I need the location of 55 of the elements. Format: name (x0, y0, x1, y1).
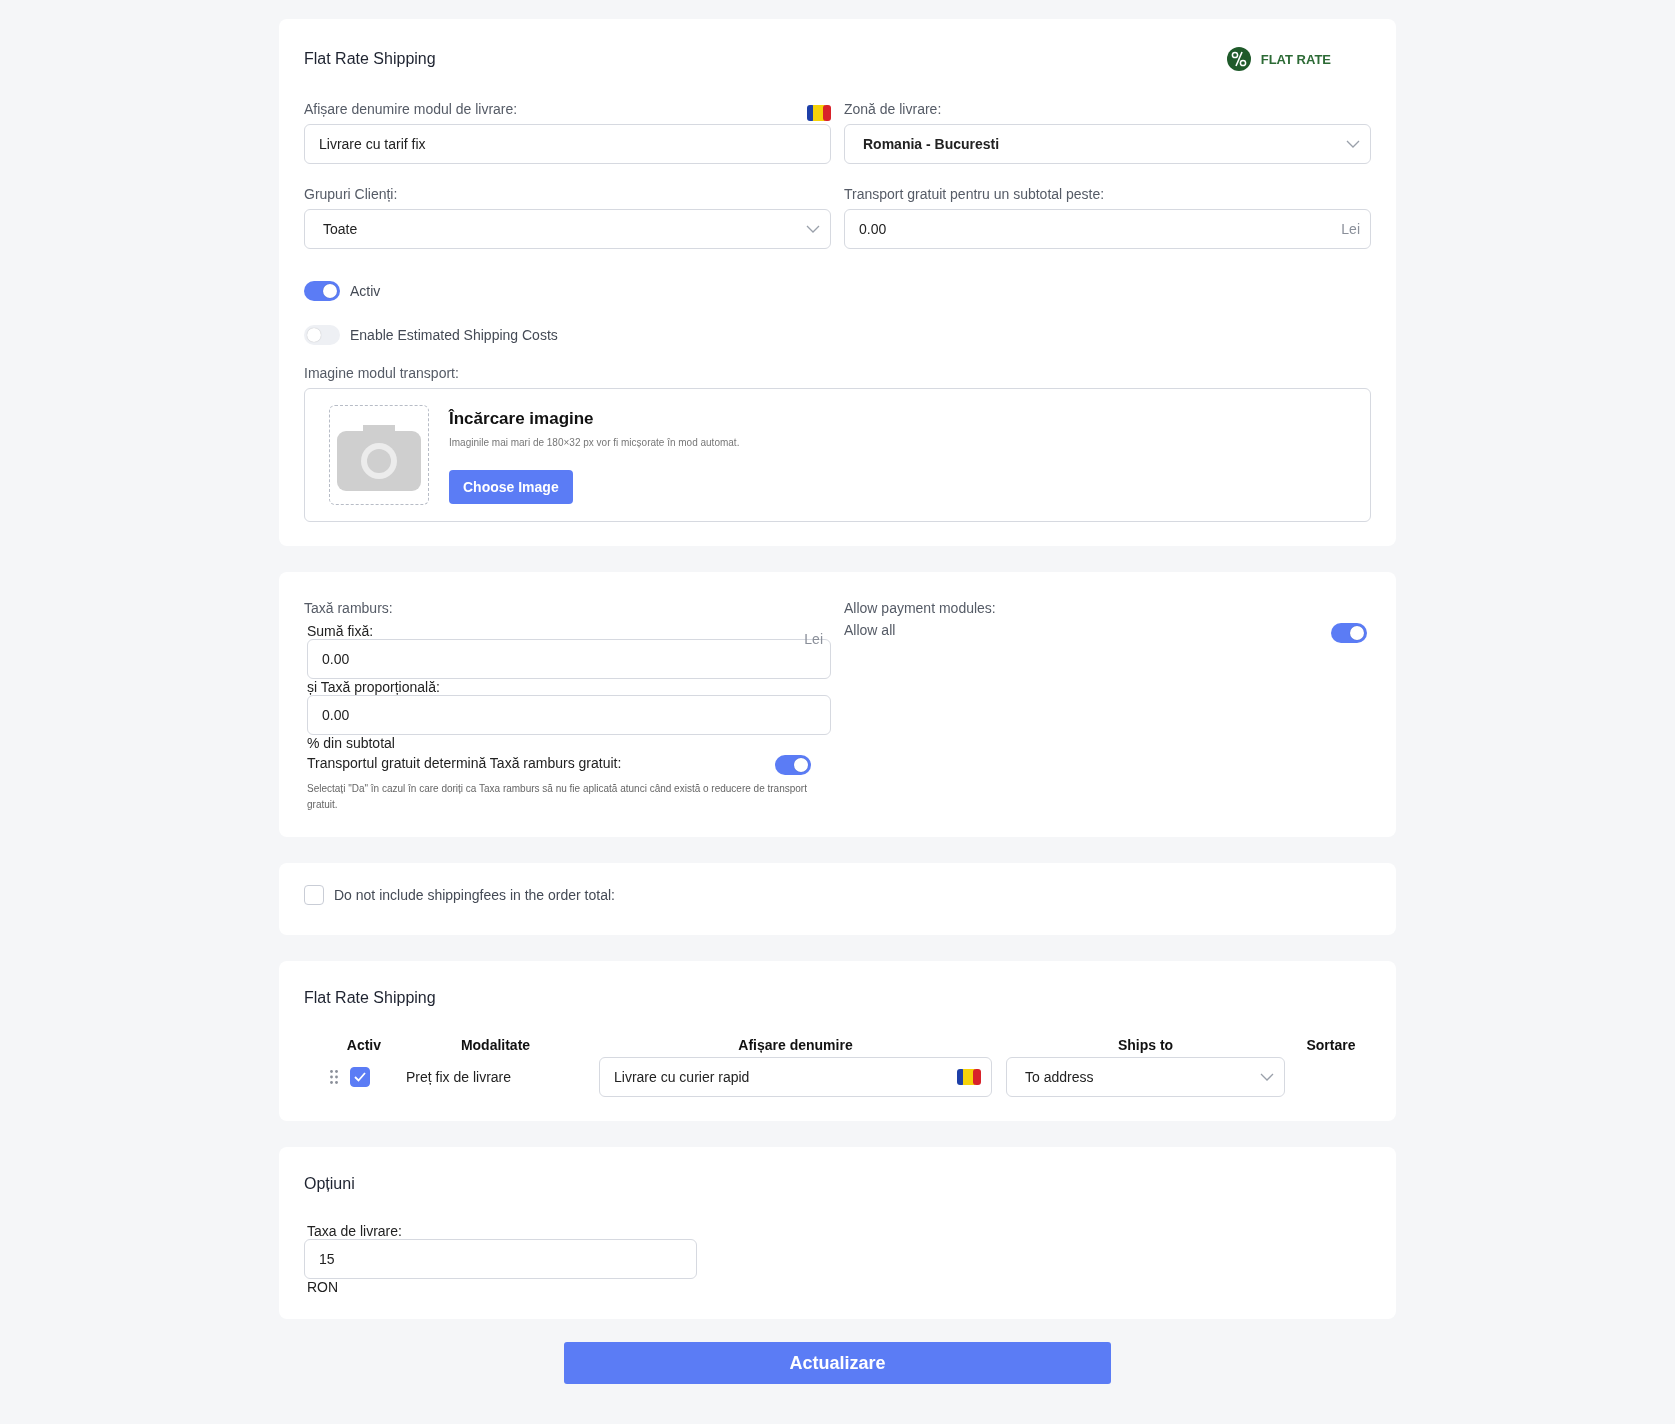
toggle-switch[interactable] (775, 755, 811, 775)
chevron-down-icon (1346, 140, 1360, 148)
toggle-label: Activ (350, 283, 381, 299)
input-field[interactable]: Livrare cu tarif fix (304, 124, 831, 164)
check-icon (354, 1072, 366, 1082)
section-title: Flat Rate Shipping (304, 50, 436, 68)
input-field[interactable]: 15 (304, 1239, 697, 1279)
column-header: Activ (345, 1037, 382, 1053)
field-label: și Taxă proporțională: (307, 679, 440, 695)
input-field[interactable]: 0.00 Lei (844, 209, 1371, 249)
column-header: Afișare denumire (737, 1037, 854, 1053)
field-label: Taxă ramburs: (304, 600, 394, 616)
field-label: Zonă de livrare: (844, 101, 943, 117)
column-header: Sortare (1305, 1037, 1357, 1053)
drag-handle-icon (330, 1070, 338, 1084)
update-button[interactable]: Actualizare (564, 1342, 1111, 1384)
field-label: Transport gratuit pentru un subtotal peste: (844, 186, 1106, 202)
section-title: Flat Rate Shipping (304, 989, 437, 1007)
toggle-switch[interactable] (304, 281, 340, 301)
chevron-down-icon (806, 225, 820, 233)
checkbox[interactable] (350, 1067, 370, 1087)
input-field[interactable]: 0.00 (307, 695, 831, 735)
field-label: Grupuri Clienți: (304, 186, 399, 202)
choose-image-button[interactable]: Choose Image (449, 470, 573, 504)
toggle-label: Transportul gratuit determină Taxă ramburs gratuit: (307, 755, 622, 771)
unit-label: RON (307, 1279, 339, 1295)
dropdown[interactable]: Toate (304, 209, 831, 249)
unit-label: % din subtotal (307, 735, 395, 751)
badge-label: FLAT RATE (1260, 51, 1331, 67)
value-text: Allow all (844, 622, 897, 638)
checkbox[interactable] (304, 885, 324, 905)
input-field[interactable]: Livrare cu curier rapid (599, 1057, 992, 1097)
table-cell: Preț fix de livrare (406, 1069, 512, 1085)
unit-label: Lei (1341, 221, 1360, 237)
flag-icon (957, 1069, 981, 1085)
chevron-down-icon (1260, 1073, 1274, 1081)
field-label: Allow payment modules: (844, 600, 996, 616)
field-label: Taxa de livrare: (307, 1223, 402, 1239)
toggle-switch[interactable] (304, 325, 340, 345)
upload-title: Încărcare imagine (449, 409, 595, 429)
column-header: Modalitate (459, 1037, 532, 1053)
percent-icon (1226, 47, 1251, 71)
dropdown[interactable]: To address (1006, 1057, 1285, 1097)
toggle-label: Enable Estimated Shipping Costs (350, 327, 558, 343)
help-text: Selectați "Da" în cazul în care doriți ca Taxa ramburs să nu fie aplicată atunci când există o reducere de transport gratuit. (307, 782, 808, 812)
section-title: Opțiuni (304, 1175, 356, 1193)
toggle-switch[interactable] (1331, 623, 1367, 643)
upload-hint: Imaginile mai mari de 180×32 px vor fi micșorate în mod automat. (449, 437, 740, 448)
column-header: Ships to (1116, 1037, 1175, 1053)
field-label: Imagine modul transport: (304, 365, 460, 381)
checkbox-label: Do not include shippingfees in the order total: (334, 887, 615, 903)
dropdown[interactable]: Romania - Bucuresti (844, 124, 1371, 164)
flag-icon (807, 104, 831, 121)
field-label: Sumă fixă: (307, 623, 374, 639)
field-label: Afișare denumire modul de livrare: (304, 101, 518, 117)
